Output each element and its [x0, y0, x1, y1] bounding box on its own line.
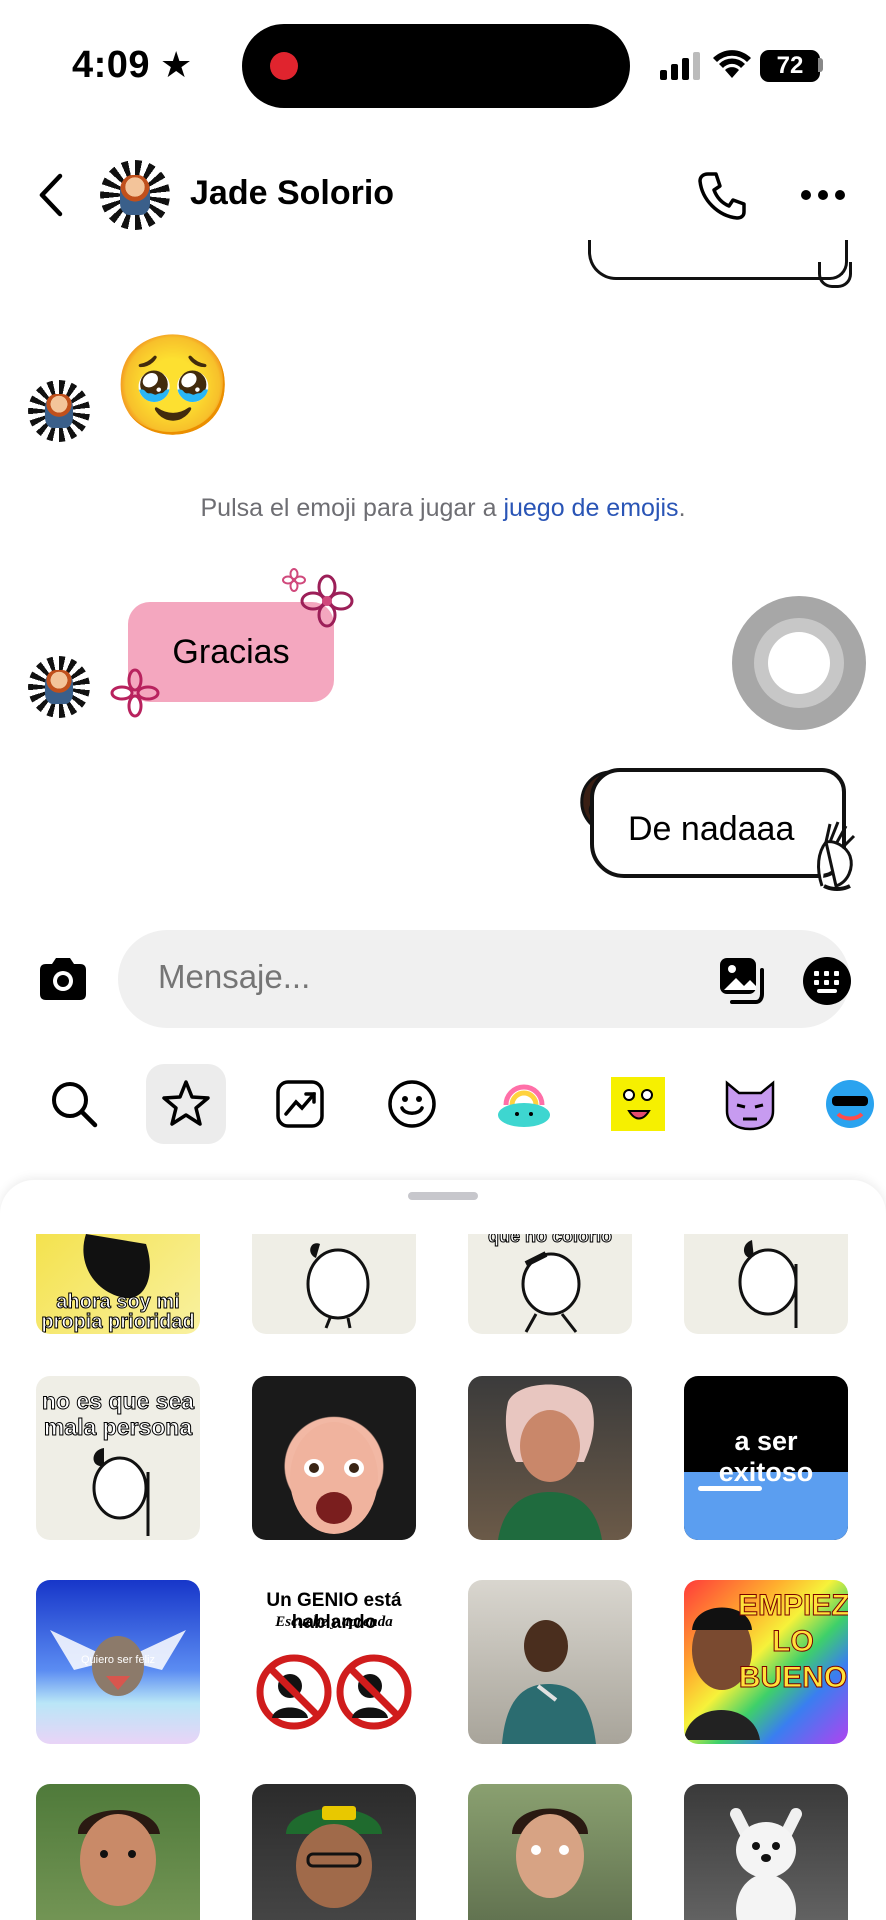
sticker-tile[interactable]: que no colorio [468, 1234, 632, 1334]
previous-sent-message[interactable] [588, 240, 848, 280]
trending-icon [276, 1080, 324, 1128]
received-message-text: Gracias [172, 632, 290, 671]
sent-message-bubble[interactable]: De nadaaa [576, 762, 860, 892]
sticker-photo [512, 1808, 588, 1898]
sticker-sheet: ahora soy mi propia prioridad que no col… [0, 1180, 886, 1920]
sheet-drag-handle[interactable] [408, 1192, 478, 1200]
battery-indicator: 72 [760, 50, 820, 82]
sent-message-text: De nadaaa [628, 810, 795, 848]
cellular-signal-icon [660, 52, 700, 80]
status-bar: 4:09 ★ 72 [0, 0, 886, 130]
emoji-message[interactable]: 🥹 [112, 336, 234, 434]
small-flower-decoration-icon [282, 568, 306, 592]
status-time: 4:09 [72, 44, 151, 86]
tab-emoji[interactable] [372, 1064, 452, 1144]
tab-yellow-face-sticker[interactable] [598, 1064, 678, 1144]
wifi-icon [713, 50, 751, 78]
chat-header: Jade Solorio [0, 150, 886, 240]
hand-decoration [818, 262, 852, 288]
sticker-tile[interactable] [684, 1784, 848, 1920]
message-input[interactable] [158, 958, 538, 996]
battery-tip [818, 58, 823, 72]
sticker-tile[interactable]: EMPIEZA LO BUENO [684, 1580, 848, 1744]
emoji-icon [388, 1080, 436, 1128]
blue-face-icon [826, 1080, 874, 1128]
back-arrow-icon[interactable] [34, 172, 68, 218]
tab-blue-face-sticker[interactable] [822, 1064, 886, 1144]
flower-decoration-icon [110, 668, 160, 718]
camera-icon[interactable] [36, 956, 90, 1002]
tab-purple-cat-sticker[interactable] [710, 1064, 790, 1144]
sticker-photo [730, 1808, 802, 1920]
star-icon [162, 1080, 210, 1126]
assistive-touch-button[interactable] [732, 596, 866, 730]
sticker-photo [290, 1422, 378, 1534]
sticker-photo [77, 1809, 160, 1906]
sticker-tile[interactable] [468, 1784, 632, 1920]
sender-avatar[interactable] [28, 656, 90, 718]
gallery-icon[interactable] [718, 956, 766, 1004]
sticker-caption: a ser exitoso [718, 1426, 814, 1487]
sender-avatar[interactable] [28, 380, 90, 442]
sticker-photo [498, 1384, 602, 1540]
hint-text: Pulsa el emoji para jugar a [200, 494, 504, 522]
recording-indicator-icon [270, 52, 298, 80]
tab-rainbow-cloud-sticker[interactable] [484, 1064, 564, 1144]
contact-name[interactable]: Jade Solorio [190, 174, 394, 213]
emoji-game-hint: Pulsa el emoji para jugar a juego de emo… [0, 494, 886, 523]
sticker-tile[interactable]: ahora soy mi propia prioridad [36, 1234, 200, 1334]
sticker-tile[interactable] [252, 1234, 416, 1334]
sticker-figure [738, 1240, 798, 1328]
sticker-figure [92, 1448, 150, 1536]
sticker-tile[interactable] [468, 1580, 632, 1744]
sticker-photo [286, 1806, 382, 1908]
sticker-caption: ahora soy mi propia prioridad [41, 1291, 195, 1333]
hint-suffix: . [678, 494, 686, 522]
contact-avatar[interactable] [100, 160, 170, 230]
tab-favorites[interactable] [146, 1064, 226, 1144]
more-options-icon[interactable] [800, 188, 846, 202]
sticker-tile[interactable]: Un GENIO está hablando Escuche y aprenda [252, 1580, 416, 1744]
sticker-tile[interactable]: a ser exitoso [684, 1376, 848, 1540]
sticker-tile[interactable] [252, 1376, 416, 1540]
dynamic-island [242, 24, 630, 108]
sticker-tile[interactable] [36, 1784, 200, 1920]
purple-cat-icon [725, 1080, 775, 1131]
sticker-category-tabs [0, 1064, 886, 1144]
star-icon: ★ [160, 44, 193, 85]
yellow-face-icon [611, 1077, 665, 1131]
sticker-caption: Quiero ser feliz [81, 1654, 155, 1666]
sticker-figure [306, 1243, 370, 1329]
sticker-caption: no es que sea mala persona [41, 1388, 195, 1441]
sticker-subcaption: Escuche y aprenda [275, 1614, 393, 1630]
phone-call-icon[interactable] [696, 170, 748, 222]
sticker-tile[interactable]: no es que sea mala persona [36, 1376, 200, 1540]
sticker-tile[interactable] [252, 1784, 416, 1920]
sticker-tile[interactable] [684, 1234, 848, 1334]
hand-decoration-icon [817, 821, 856, 891]
emoji-game-link[interactable]: juego de emojis [503, 494, 678, 522]
tab-trending[interactable] [260, 1064, 340, 1144]
message-composer [118, 930, 852, 1028]
no-talking-icons [256, 1654, 412, 1730]
search-icon [52, 1082, 98, 1128]
sticker-tile[interactable]: Quiero ser feliz [36, 1580, 200, 1744]
rainbow-cloud-icon [498, 1084, 550, 1127]
flower-decoration-icon [300, 574, 354, 628]
tab-search[interactable] [34, 1064, 114, 1144]
sticker-keyboard-icon[interactable] [802, 956, 852, 1006]
sticker-caption: EMPIEZA LO BUENO [738, 1589, 849, 1695]
sticker-tile[interactable] [468, 1376, 632, 1540]
sticker-photo [502, 1620, 596, 1744]
sticker-figure [521, 1251, 581, 1333]
